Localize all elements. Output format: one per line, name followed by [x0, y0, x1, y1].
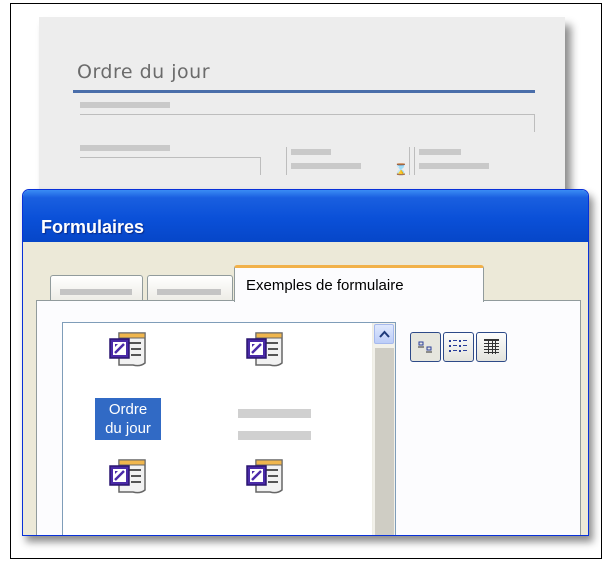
large-icons-view-button[interactable] [410, 332, 441, 362]
dialog-title: Formulaires [41, 217, 145, 237]
placeholder-line [80, 102, 170, 108]
form-template-icon[interactable] [107, 454, 151, 498]
field-line [80, 157, 260, 158]
dialog-titlebar[interactable]: Formulaires [23, 190, 588, 242]
tab-label-placeholder [157, 289, 221, 295]
list-view-button[interactable] [443, 332, 474, 362]
field-border [534, 114, 535, 132]
placeholder-line [80, 145, 170, 151]
placeholder-line [419, 163, 489, 169]
details-view-icon [484, 339, 499, 354]
template-label-selected[interactable]: Ordre du jour [95, 398, 161, 440]
template-list[interactable]: Ordre du jour [62, 322, 396, 535]
scrollbar-track[interactable] [375, 348, 394, 535]
large-icons-view-icon [418, 341, 432, 353]
document-title: Ordre du jour [77, 61, 211, 83]
template-label-line1: Ordre [108, 401, 148, 418]
field-border [414, 147, 415, 175]
form-template-icon[interactable] [244, 454, 288, 498]
placeholder-line [291, 163, 361, 169]
field-line [80, 114, 535, 115]
template-label-line2: du jour [105, 420, 151, 437]
form-template-icon[interactable] [244, 327, 288, 371]
scroll-up-button[interactable] [374, 324, 394, 344]
tab-1[interactable] [50, 275, 143, 302]
template-label-placeholder [238, 409, 311, 418]
formulaires-dialog: Formulaires Ordre du jour Exemples de fo… [22, 189, 589, 536]
placeholder-line [419, 149, 461, 155]
form-template-icon[interactable] [107, 327, 151, 371]
field-border [260, 157, 261, 175]
tab-exemples-de-formulaire[interactable]: Exemples de formulaire [234, 265, 484, 302]
hourglass-icon: ⌛ [394, 164, 408, 176]
title-underline [73, 90, 535, 93]
details-view-button[interactable] [476, 332, 507, 362]
background-document: Ordre du jour ⌛ [39, 17, 565, 217]
placeholder-line [291, 149, 331, 155]
tab-label-placeholder [60, 289, 132, 295]
chevron-up-icon [379, 330, 390, 338]
tab-2[interactable] [147, 275, 233, 302]
vertical-scrollbar[interactable] [372, 323, 395, 535]
field-border [286, 147, 287, 175]
field-border [409, 147, 410, 175]
tab-panel: Ordre du jour [36, 300, 581, 535]
list-view-icon [449, 340, 467, 352]
template-label-placeholder [238, 431, 311, 440]
tab-label: Exemples de formulaire [246, 277, 404, 294]
